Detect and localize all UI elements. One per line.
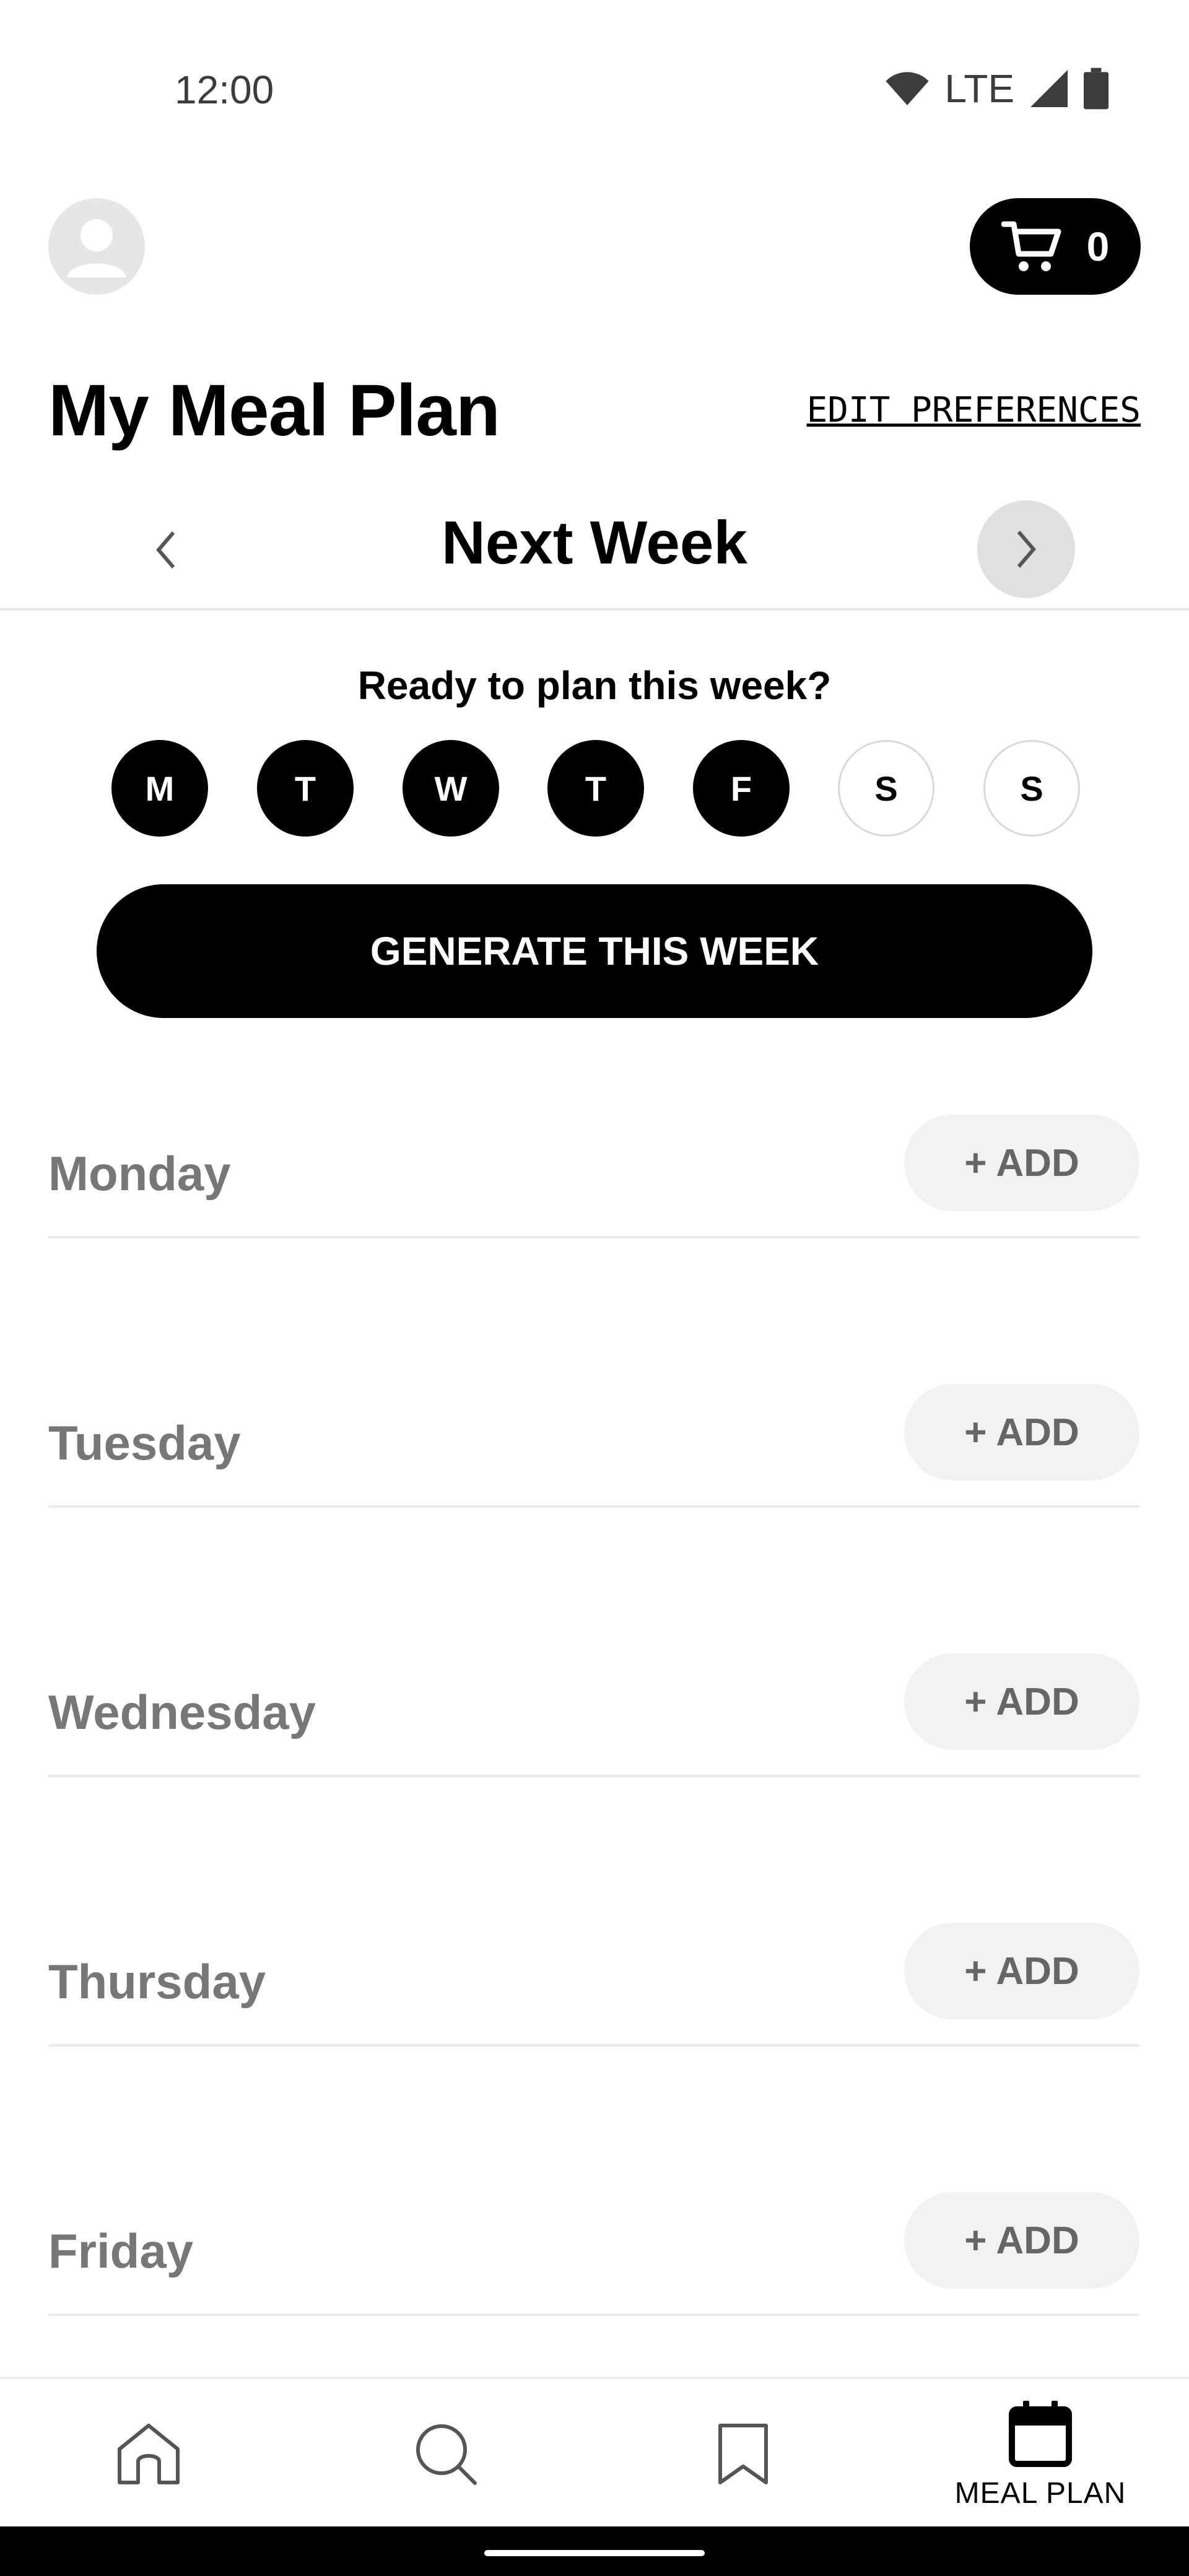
day-toggle-thursday[interactable]: T [547,740,644,837]
add-thursday-button[interactable]: + ADD [904,1923,1139,2019]
edit-preferences-link[interactable]: EDIT PREFERENCES [807,390,1141,430]
search-icon [416,2424,477,2485]
cart-count: 0 [1086,224,1110,269]
bookmark-icon [718,2424,768,2484]
nav-meal-plan[interactable]: MEAL PLAN [941,2379,1139,2529]
day-row-wednesday: Wednesday + ADD [48,1653,1139,1777]
week-navigation: Next Week [0,489,1189,611]
battery-icon [1084,67,1108,110]
day-row-monday: Monday + ADD [48,1115,1139,1238]
home-icon [118,2424,180,2484]
day-toggle-wednesday[interactable]: W [403,740,499,837]
calendar-icon [1009,2400,1072,2467]
day-name: Wednesday [48,1685,316,1739]
nav-label-meal-plan: MEAL PLAN [954,2476,1126,2510]
status-icons: LTE [885,66,1108,111]
cart-icon [1001,221,1061,271]
day-name: Tuesday [48,1416,241,1470]
avatar[interactable] [48,198,145,295]
generate-week-button[interactable]: GENERATE THIS WEEK [97,884,1092,1018]
nav-saved[interactable] [681,2379,805,2529]
day-name: Monday [48,1146,231,1201]
day-toggle-tuesday[interactable]: T [257,740,354,837]
plan-prompt: Ready to plan this week? [357,663,832,708]
day-toggle-monday[interactable]: M [111,740,208,837]
nav-home[interactable] [87,2379,211,2529]
bottom-navigation: MEAL PLAN [0,2377,1189,2526]
nav-search[interactable] [384,2379,508,2529]
day-row-friday: Friday + ADD [48,2192,1139,2316]
day-toggle-friday[interactable]: F [693,740,790,837]
chevron-right-icon [1017,531,1036,568]
day-name: Thursday [48,1954,266,2009]
system-navigation-bar [0,2526,1189,2576]
next-week-button[interactable] [977,500,1075,598]
status-time: 12:00 [175,67,274,112]
day-name: Friday [48,2224,194,2278]
day-row-thursday: Thursday + ADD [48,1923,1139,2047]
status-bar: 12:00 LTE [0,0,1189,180]
day-selector: M T W T F S S [111,740,1080,837]
day-row-tuesday: Tuesday + ADD [48,1384,1139,1508]
day-toggle-saturday[interactable]: S [838,740,934,837]
add-friday-button[interactable]: + ADD [904,2192,1139,2289]
add-wednesday-button[interactable]: + ADD [904,1653,1139,1750]
home-indicator[interactable] [484,2550,705,2556]
add-tuesday-button[interactable]: + ADD [904,1384,1139,1481]
cart-button[interactable]: 0 [970,198,1141,295]
network-type: LTE [944,66,1014,111]
signal-icon [1030,70,1068,107]
wifi-icon [886,72,929,105]
add-monday-button[interactable]: + ADD [904,1115,1139,1211]
page-title: My Meal Plan [48,370,500,451]
user-icon [67,219,126,277]
day-toggle-sunday[interactable]: S [983,740,1080,837]
